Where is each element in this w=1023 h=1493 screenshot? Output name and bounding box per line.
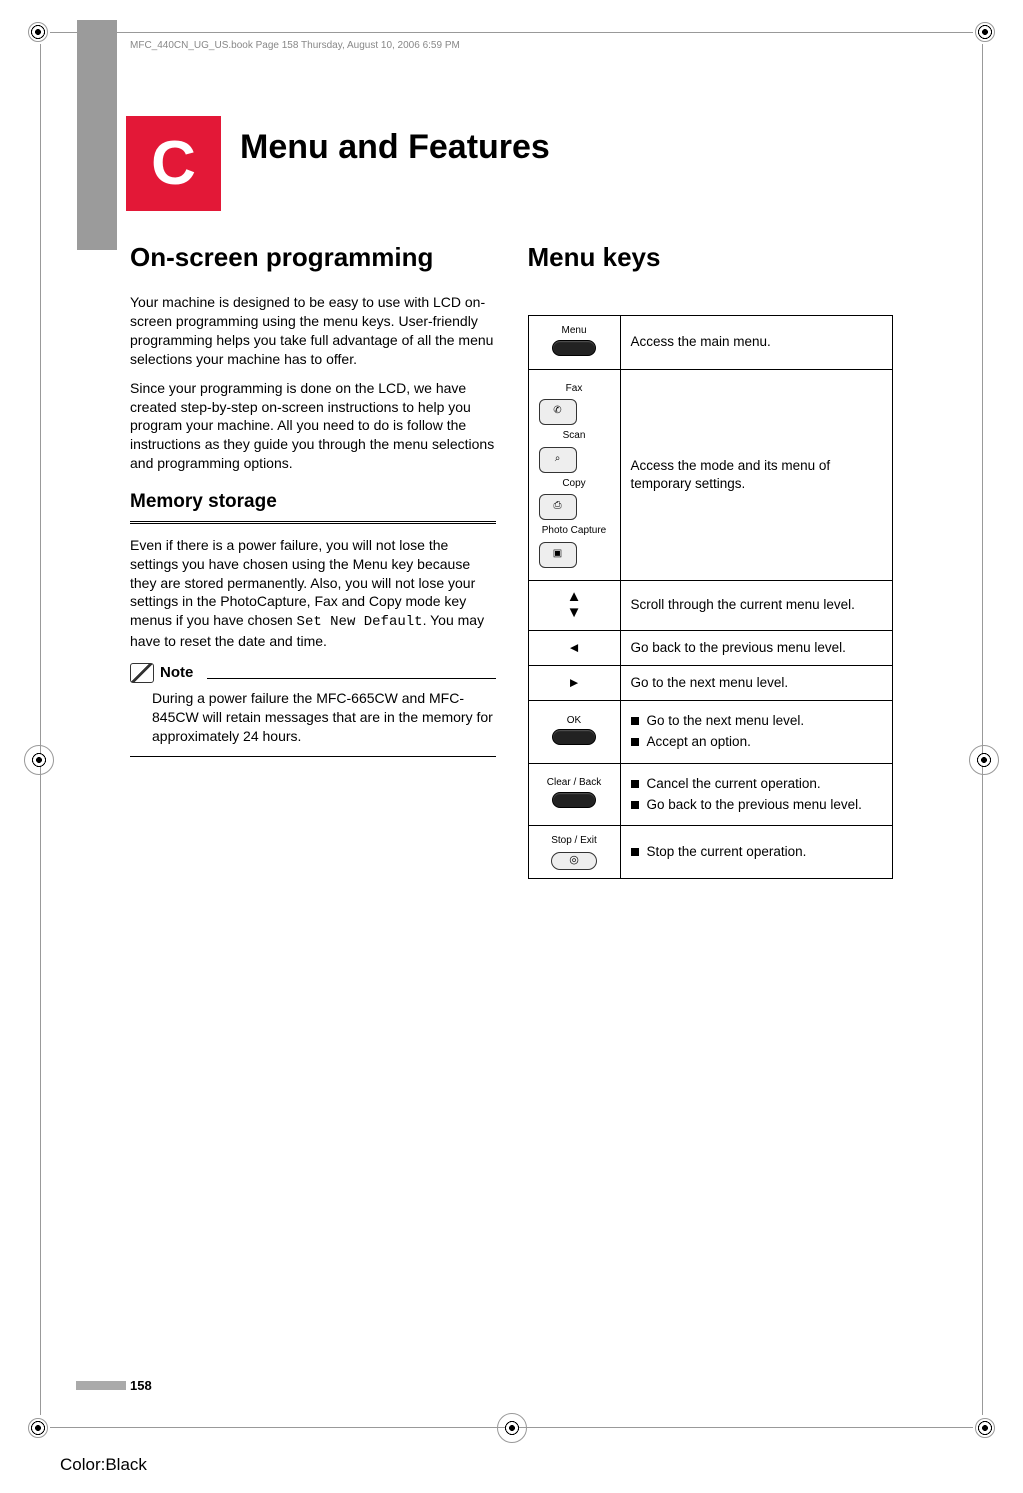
stopexit-button-icon: ◎ xyxy=(551,852,597,870)
crop-mark-icon xyxy=(497,1413,527,1443)
key-cell: ▲▼ xyxy=(528,580,620,630)
crop-mark-icon xyxy=(24,745,54,775)
crop-line xyxy=(40,44,41,1415)
crop-mark-icon xyxy=(969,745,999,775)
desc-cell: Access the mode and its menu of temporar… xyxy=(620,369,893,580)
clearback-key-label: Clear / Back xyxy=(539,776,610,790)
desc-list: Stop the current operation. xyxy=(631,843,883,861)
note-rule xyxy=(207,678,495,679)
desc-list: Go to the next menu level. Accept an opt… xyxy=(631,712,883,751)
list-item: Go to the next menu level. xyxy=(631,712,883,730)
list-item: Stop the current operation. xyxy=(631,843,883,861)
menu-keys-table: Menu Access the main menu. Fax ✆ Scan ⌕ … xyxy=(528,315,894,879)
color-separation-label: Color:Black xyxy=(60,1455,147,1475)
list-item: Go back to the previous menu level. xyxy=(631,796,883,814)
crop-mark-icon xyxy=(975,1418,995,1438)
table-row: ► Go to the next menu level. xyxy=(528,666,893,701)
crop-mark-icon xyxy=(28,1418,48,1438)
table-row: Clear / Back Cancel the current operatio… xyxy=(528,763,893,825)
table-row: Menu Access the main menu. xyxy=(528,316,893,370)
note-block: Note During a power failure the MFC-665C… xyxy=(130,663,496,757)
appendix-title: Menu and Features xyxy=(240,128,550,167)
crop-mark-icon xyxy=(975,22,995,42)
table-row: ▲▼ Scroll through the current menu level… xyxy=(528,580,893,630)
desc-cell: Stop the current operation. xyxy=(620,826,893,879)
note-body: During a power failure the MFC-665CW and… xyxy=(130,683,496,757)
list-item: Cancel the current operation. xyxy=(631,775,883,793)
left-arrow-icon: ◄ xyxy=(528,630,620,665)
fax-mode-icon: ✆ xyxy=(539,399,577,425)
table-row: Stop / Exit ◎ Stop the current operation… xyxy=(528,826,893,879)
desc-cell: Cancel the current operation. Go back to… xyxy=(620,763,893,825)
key-cell: Menu xyxy=(528,316,620,370)
desc-cell: Go to the next menu level. Accept an opt… xyxy=(620,701,893,763)
mode-label: Copy xyxy=(539,477,610,491)
crop-mark-icon xyxy=(28,22,48,42)
menu-button-icon xyxy=(552,340,596,356)
desc-list: Cancel the current operation. Go back to… xyxy=(631,775,883,814)
ok-button-icon xyxy=(552,729,596,745)
clearback-button-icon xyxy=(552,792,596,808)
left-column: On-screen programming Your machine is de… xyxy=(130,240,496,879)
section-heading: On-screen programming xyxy=(130,240,496,275)
section-heading: Menu keys xyxy=(528,240,894,275)
key-cell: OK xyxy=(528,701,620,763)
appendix-badge: C xyxy=(126,116,221,211)
right-arrow-icon: ► xyxy=(528,666,620,701)
right-column: Menu keys Menu Access the main menu. Fax… xyxy=(528,240,894,879)
note-heading: Note xyxy=(130,663,496,683)
copy-mode-icon: ⎙ xyxy=(539,494,577,520)
table-row: OK Go to the next menu level. Accept an … xyxy=(528,701,893,763)
subsection-heading: Memory storage xyxy=(130,489,496,515)
crop-line xyxy=(982,44,983,1415)
list-item: Accept an option. xyxy=(631,733,883,751)
up-down-arrow-icon: ▲▼ xyxy=(539,589,610,622)
body-text: Since your programming is done on the LC… xyxy=(130,379,496,473)
table-row: Fax ✆ Scan ⌕ Copy ⎙ Photo Capture ▣ Acce… xyxy=(528,369,893,580)
key-cell: Fax ✆ Scan ⌕ Copy ⎙ Photo Capture ▣ xyxy=(528,369,620,580)
key-cell: Stop / Exit ◎ xyxy=(528,826,620,879)
code-text: Set New Default xyxy=(297,614,423,630)
mode-key-stack: Fax ✆ Scan ⌕ Copy ⎙ Photo Capture ▣ xyxy=(539,382,610,568)
desc-cell: Scroll through the current menu level. xyxy=(620,580,893,630)
crop-line xyxy=(50,32,973,33)
table-row: ◄ Go back to the previous menu level. xyxy=(528,630,893,665)
desc-cell: Go to the next menu level. xyxy=(620,666,893,701)
mode-label: Photo Capture xyxy=(539,524,610,538)
stopexit-key-label: Stop / Exit xyxy=(539,834,610,848)
mode-label: Scan xyxy=(539,429,610,443)
note-label: Note xyxy=(160,663,193,683)
mode-label: Fax xyxy=(539,382,610,396)
section-tab xyxy=(77,20,117,250)
desc-cell: Access the main menu. xyxy=(620,316,893,370)
page-num-bar xyxy=(76,1381,126,1390)
body-text: Your machine is designed to be easy to u… xyxy=(130,293,496,369)
ok-key-label: OK xyxy=(539,714,610,728)
print-header: MFC_440CN_UG_US.book Page 158 Thursday, … xyxy=(130,40,460,51)
heading-rule xyxy=(130,521,496,524)
appendix-letter: C xyxy=(151,128,196,199)
key-cell: Clear / Back xyxy=(528,763,620,825)
desc-cell: Go back to the previous menu level. xyxy=(620,630,893,665)
page-number: 158 xyxy=(130,1378,152,1393)
scan-mode-icon: ⌕ xyxy=(539,447,577,473)
menu-key-label: Menu xyxy=(539,324,610,338)
photocapture-mode-icon: ▣ xyxy=(539,542,577,568)
body-text: Even if there is a power failure, you wi… xyxy=(130,536,496,651)
